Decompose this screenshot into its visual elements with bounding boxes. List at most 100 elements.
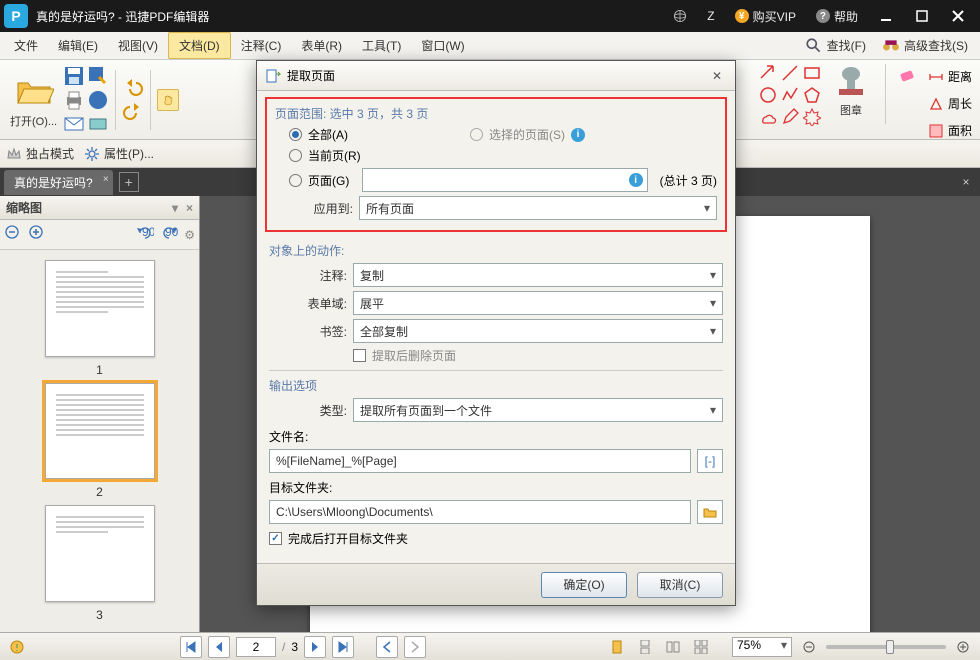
page-input[interactable] <box>236 637 276 657</box>
close-button[interactable] <box>940 0 976 32</box>
help-button[interactable]: ?帮助 <box>806 0 868 32</box>
globe-icon[interactable] <box>663 0 697 32</box>
rotate-ccw-icon[interactable]: 90 <box>136 224 154 245</box>
undo-button[interactable] <box>122 77 144 99</box>
menu-file[interactable]: 文件 <box>4 33 48 58</box>
info-icon[interactable]: i <box>629 173 643 187</box>
pencil-shape-icon[interactable] <box>781 108 799 126</box>
zoom-in-button[interactable] <box>952 636 974 658</box>
distance-icon[interactable] <box>928 69 944 85</box>
layout-facing-icon[interactable] <box>662 636 684 658</box>
rotate-cw-icon[interactable]: 90 <box>160 224 178 245</box>
stamp-button[interactable] <box>833 64 869 100</box>
cloud-shape-icon[interactable] <box>759 108 777 126</box>
adv-find-button[interactable]: 高级查找(S) <box>874 37 976 55</box>
open-after-label: 完成后打开目标文件夹 <box>288 530 408 547</box>
nav-back-button[interactable] <box>376 636 398 658</box>
user-letter[interactable]: Z <box>697 0 724 32</box>
radio-all[interactable] <box>289 128 302 141</box>
zoom-out-button[interactable] <box>798 636 820 658</box>
prev-page-button[interactable] <box>208 636 230 658</box>
circle-shape-icon[interactable] <box>759 86 777 104</box>
radio-current[interactable] <box>289 149 302 162</box>
email-button[interactable] <box>63 113 85 135</box>
new-tab-button[interactable]: + <box>119 172 139 192</box>
dialog-titlebar[interactable]: 提取页面 ✕ <box>257 61 735 91</box>
thumb-page-2[interactable] <box>45 383 155 480</box>
dialog-close-icon[interactable]: ✕ <box>707 66 727 86</box>
close-all-tabs-button[interactable]: × <box>956 172 976 192</box>
menu-comment[interactable]: 注释(C) <box>231 33 292 58</box>
polyline-shape-icon[interactable] <box>781 86 799 104</box>
perimeter-icon[interactable] <box>928 96 944 112</box>
arrow-shape-icon[interactable] <box>759 64 777 82</box>
polygon-shape-icon[interactable] <box>803 86 821 104</box>
nav-fwd-button[interactable] <box>404 636 426 658</box>
last-page-button[interactable] <box>332 636 354 658</box>
filename-input[interactable] <box>269 449 691 473</box>
options-status-icon[interactable] <box>6 636 28 658</box>
browse-folder-button[interactable] <box>697 500 723 524</box>
area-icon[interactable] <box>928 123 944 139</box>
layout-cont-icon[interactable] <box>634 636 656 658</box>
menu-edit[interactable]: 编辑(E) <box>48 33 108 58</box>
saveas-button[interactable] <box>87 65 109 87</box>
filename-macro-button[interactable]: [-] <box>697 449 723 473</box>
layout-single-icon[interactable] <box>606 636 628 658</box>
form-combo[interactable]: 展平▾ <box>353 291 723 315</box>
print-button[interactable] <box>63 89 85 111</box>
first-page-button[interactable] <box>180 636 202 658</box>
close-doc-button[interactable] <box>87 89 109 111</box>
radio-selected[interactable] <box>470 128 483 141</box>
scan-button[interactable] <box>87 113 109 135</box>
menu-tool[interactable]: 工具(T) <box>352 33 411 58</box>
anno-combo[interactable]: 复制▾ <box>353 263 723 287</box>
folder-input[interactable] <box>269 500 691 524</box>
next-page-button[interactable] <box>304 636 326 658</box>
thumbnail-list[interactable]: 1 2 3 <box>0 250 199 632</box>
open-after-checkbox[interactable] <box>269 532 282 545</box>
delete-after-checkbox[interactable] <box>353 349 366 362</box>
thumb-label-3: 3 <box>96 608 103 622</box>
shape-palette[interactable] <box>759 64 821 126</box>
thumb-page-3[interactable] <box>45 505 155 602</box>
layout-facing-cont-icon[interactable] <box>690 636 712 658</box>
bookmark-combo[interactable]: 全部复制▾ <box>353 319 723 343</box>
minimize-button[interactable] <box>868 0 904 32</box>
eraser-button[interactable] <box>898 64 920 86</box>
panel-close-icon[interactable]: × <box>186 201 193 215</box>
redo-button[interactable] <box>122 101 144 123</box>
menu-view[interactable]: 视图(V) <box>108 33 168 58</box>
maximize-button[interactable] <box>904 0 940 32</box>
tab-close-icon[interactable]: × <box>103 174 109 185</box>
menu-document[interactable]: 文档(D) <box>168 32 231 59</box>
pages-input[interactable]: i <box>362 168 648 192</box>
ok-button[interactable]: 确定(O) <box>541 572 627 598</box>
find-button[interactable]: 查找(F) <box>797 37 874 55</box>
menu-form[interactable]: 表单(R) <box>291 33 352 58</box>
zoom-in-thumb-icon[interactable] <box>28 224 46 245</box>
exclusive-mode-button[interactable]: 独占模式 <box>6 145 74 162</box>
open-file-button[interactable] <box>14 71 54 111</box>
line-shape-icon[interactable] <box>781 64 799 82</box>
applyto-combo[interactable]: 所有页面▾ <box>359 196 717 220</box>
cancel-button[interactable]: 取消(C) <box>637 572 723 598</box>
info-icon[interactable]: i <box>571 128 585 142</box>
save-button[interactable] <box>63 65 85 87</box>
zoom-select[interactable]: 75% ▾ <box>732 637 792 657</box>
buy-vip-button[interactable]: ¥购买VIP <box>725 0 806 32</box>
document-tab[interactable]: 真的是好运吗?× <box>4 170 113 195</box>
zoom-out-thumb-icon[interactable] <box>4 224 22 245</box>
type-combo[interactable]: 提取所有页面到一个文件▾ <box>353 398 723 422</box>
slider-knob[interactable] <box>886 640 894 654</box>
hand-tool-button[interactable] <box>157 89 179 111</box>
thumb-options-icon[interactable]: ⚙ <box>184 228 195 242</box>
panel-menu-icon[interactable]: ▾ <box>172 201 178 215</box>
menu-window[interactable]: 窗口(W) <box>411 33 474 58</box>
zoom-slider[interactable] <box>826 645 946 649</box>
rect-shape-icon[interactable] <box>803 64 821 82</box>
radio-pages[interactable] <box>289 174 302 187</box>
thumb-page-1[interactable] <box>45 260 155 357</box>
properties-button[interactable]: 属性(P)... <box>84 145 154 162</box>
burst-shape-icon[interactable] <box>803 108 821 126</box>
